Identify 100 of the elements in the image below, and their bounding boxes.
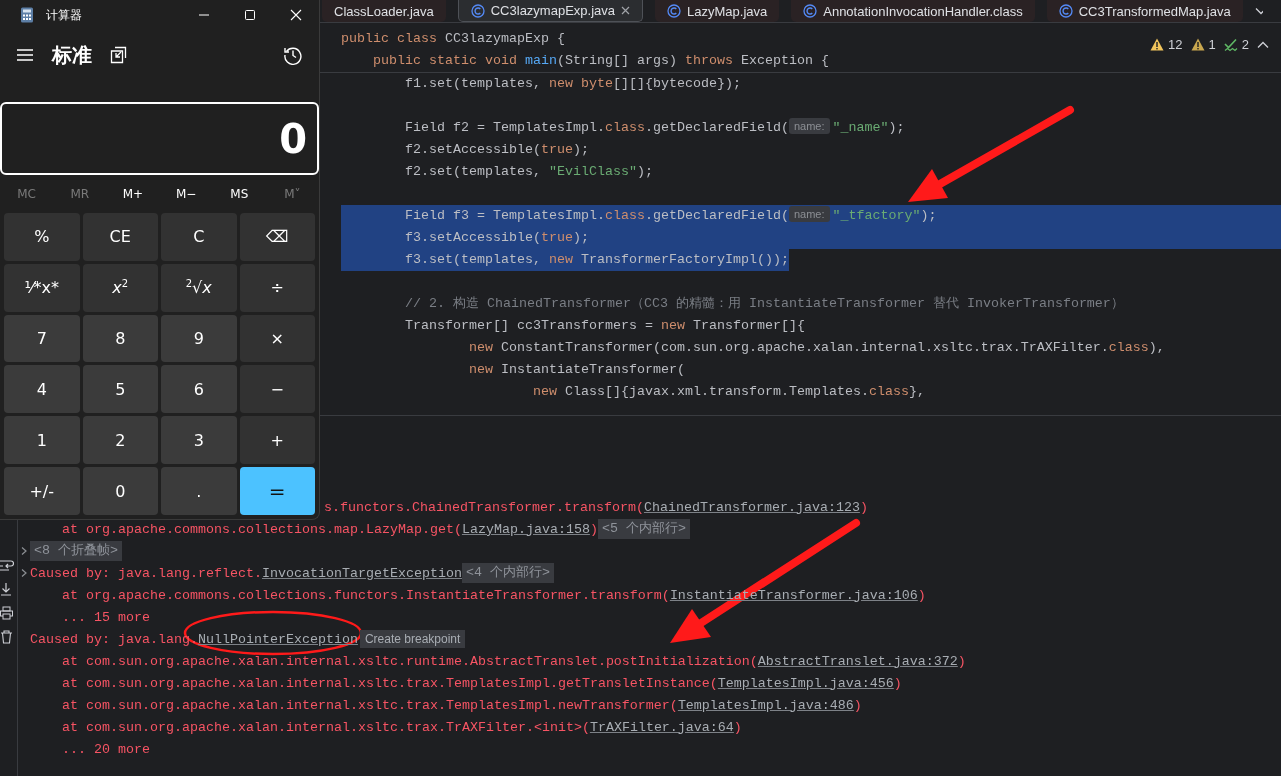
parameter-hint: name: [788, 118, 830, 134]
chevron-down-icon[interactable] [1254, 7, 1263, 15]
calculator-key[interactable]: 3 [161, 416, 237, 465]
memory-button[interactable]: MS [212, 177, 266, 211]
calculator-key[interactable]: × [239, 314, 315, 363]
code-text: new ConstantTransformer(com.sun.org.apache.xalan.internal.xsltc.trax.TrAXFilter.class), [469, 340, 1165, 355]
editor-tab[interactable]: ClassLoader.java [322, 0, 446, 22]
calculator-key[interactable]: C [161, 213, 237, 261]
stack-trace-text: ) [893, 675, 902, 691]
code-text: new InstantiateTransformer( [469, 362, 685, 377]
memory-button[interactable]: M− [159, 177, 213, 211]
folded-lines-badge[interactable]: <5 个内部行> [597, 519, 690, 539]
menu-icon [16, 48, 34, 62]
scroll-to-end-icon[interactable] [0, 582, 14, 596]
stack-trace-text: ) [589, 521, 598, 537]
close-icon [290, 9, 302, 21]
calculator-key[interactable]: +/- [4, 467, 80, 515]
class-icon [470, 3, 485, 18]
expand-chevron-icon[interactable] [20, 547, 28, 555]
create-breakpoint-button[interactable]: Create breakpoint [359, 630, 466, 648]
folded-lines-badge[interactable]: <8 个折叠帧> [30, 541, 122, 561]
stack-trace-text: ... 20 more [62, 741, 150, 757]
code-text: f3.set(templates, new TransformerFactoryImpl()); [405, 252, 789, 267]
code-text: // 2. 构造 ChainedTransformer（CC3 的精髓：用 InstantiateTransformer 替代 InvokerTransformer） [405, 296, 1124, 311]
calculator-key[interactable]: ⅟*x* [4, 263, 80, 312]
class-icon [667, 4, 681, 18]
stack-trace-text: ... 15 more [62, 609, 150, 625]
stack-trace-text: ) [853, 697, 862, 713]
stack-trace-text: ) [859, 499, 868, 515]
calculator-key[interactable]: 0 [82, 467, 158, 515]
print-icon[interactable] [0, 606, 14, 620]
weak-warning-count: 1 [1208, 37, 1216, 52]
expand-chevron-icon[interactable] [20, 569, 28, 577]
code-text: "_tfactory"); [832, 208, 937, 223]
trash-icon[interactable] [0, 630, 14, 644]
stack-trace-text: ) [733, 719, 742, 735]
source-link[interactable]: AbstractTranslet.java:372 [757, 653, 958, 669]
stack-trace-text: at com.sun.org.apache.xalan.internal.xsltc.trax.TrAXFilter.<init>( [62, 719, 590, 735]
calculator-key[interactable]: 2 [82, 416, 158, 465]
editor-tab[interactable]: AnnotationInvocationHandler.class [791, 0, 1035, 22]
stack-trace-text: at org.apache.commons.collections.functors.InstantiateTransformer.transform( [62, 587, 670, 603]
calculator-key[interactable]: 8 [82, 314, 158, 363]
menu-button[interactable] [14, 46, 36, 64]
chevron-up-icon[interactable] [1257, 40, 1269, 49]
code-text: public static void main(String[] args) throws Exception { [373, 53, 829, 68]
source-link[interactable]: NullPointerException [197, 631, 358, 647]
calculator-key[interactable]: x$^{2}$ [82, 263, 158, 312]
editor-tab[interactable]: CC3lazymapExp.java [457, 0, 643, 22]
stack-trace-text: at com.sun.org.apache.xalan.internal.xsltc.runtime.AbstractTranslet.postInitialization( [62, 653, 758, 669]
display-value: 0 [279, 115, 307, 162]
source-link[interactable]: TemplatesImpl.java:486 [677, 697, 854, 713]
stack-trace-text: ) [957, 653, 966, 669]
calculator-key[interactable]: 7 [4, 314, 80, 363]
calculator-key[interactable]: 1 [4, 416, 80, 465]
editor-tab[interactable]: LazyMap.java [655, 0, 780, 22]
warning-icon[interactable] [1150, 38, 1165, 51]
close-icon[interactable] [621, 6, 630, 15]
code-text: "_name"); [832, 120, 905, 135]
calculator-key[interactable]: 6 [161, 365, 237, 414]
code-text: Field f3 = TemplatesImpl.class.getDeclaredField( [405, 208, 789, 223]
calculator-key[interactable]: CE [82, 213, 158, 261]
source-link[interactable]: InvocationTargetException [261, 565, 462, 581]
typo-count: 2 [1241, 37, 1249, 52]
calculator-key[interactable]: % [4, 213, 80, 261]
stack-trace-text: s.functors.ChainedTransformer.transform( [324, 499, 644, 515]
source-link[interactable]: TrAXFilter.java:64 [589, 719, 734, 735]
calculator-mode: 标准 [52, 41, 92, 69]
calculator-key[interactable]: . [161, 467, 237, 515]
calculator-key[interactable]: ⌫ [239, 213, 315, 261]
warning-count: 12 [1168, 37, 1183, 52]
calculator-key[interactable]: = [239, 467, 315, 515]
calculator-key[interactable]: $^{2}$√x [161, 263, 237, 312]
weak-warning-icon[interactable] [1190, 38, 1205, 51]
code-text: f1.set(templates, new byte[][]{bytecode}); [405, 76, 741, 91]
stack-trace-text: at com.sun.org.apache.xalan.internal.xsltc.trax.TemplatesImpl.newTransformer( [62, 697, 678, 713]
calculator-key[interactable]: 5 [82, 365, 158, 414]
stack-trace-text: at org.apache.commons.collections.map.LazyMap.get( [62, 521, 462, 537]
typo-check-icon[interactable] [1223, 37, 1238, 52]
class-icon [1058, 4, 1073, 18]
parameter-hint: name: [788, 206, 830, 222]
memory-button[interactable]: M+ [106, 177, 160, 211]
soft-wrap-icon[interactable] [0, 558, 14, 572]
source-link[interactable]: TemplatesImpl.java:456 [717, 675, 894, 691]
code-text: f2.set(templates, "EvilClass"); [405, 164, 653, 179]
stack-trace-text: Caused by: java.lang.reflect. [30, 565, 262, 581]
calculator-key[interactable]: − [239, 365, 315, 414]
code-text: Field f2 = TemplatesImpl.class.getDeclaredField( [405, 120, 789, 135]
code-text: public class CC3lazymapExp { [341, 31, 565, 46]
history-icon [283, 45, 303, 65]
code-text: f3.setAccessible(true); [405, 230, 589, 245]
source-link[interactable]: LazyMap.java:158 [461, 521, 590, 537]
folded-lines-badge[interactable]: <4 个内部行> [461, 563, 554, 583]
stack-trace-text: ) [917, 587, 926, 603]
source-link[interactable]: ChainedTransformer.java:123 [643, 499, 860, 515]
calculator-key[interactable]: 9 [161, 314, 237, 363]
calculator-key[interactable]: + [239, 416, 315, 465]
calculator-key[interactable]: ÷ [239, 263, 315, 312]
calculator-app-icon [20, 7, 34, 23]
calculator-key[interactable]: 4 [4, 365, 80, 414]
editor-tab[interactable]: CC3TransformedMap.java [1046, 0, 1243, 22]
